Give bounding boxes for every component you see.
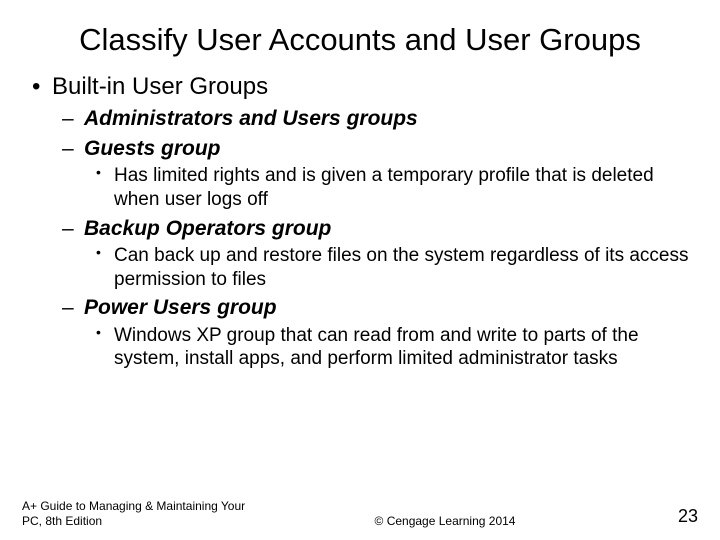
group-power-users: Power Users group Windows XP group that … xyxy=(84,295,692,371)
group-power-users-label: Power Users group xyxy=(84,296,277,319)
group-guests: Guests group Has limited rights and is g… xyxy=(84,136,692,212)
group-backup-operators: Backup Operators group Can back up and r… xyxy=(84,216,692,292)
group-guests-desc: Has limited rights and is given a tempor… xyxy=(114,164,692,212)
bullet-top: Built-in User Groups Administrators and … xyxy=(52,72,692,372)
bullet-top-text: Built-in User Groups xyxy=(52,73,268,100)
group-admins-users: Administrators and Users groups xyxy=(84,106,692,132)
page-number: 23 xyxy=(638,506,698,528)
slide: Classify User Accounts and User Groups B… xyxy=(0,0,720,540)
group-guests-label: Guests group xyxy=(84,137,221,160)
group-backup-operators-label: Backup Operators group xyxy=(84,217,331,240)
slide-title: Classify User Accounts and User Groups xyxy=(0,0,720,66)
group-backup-operators-desc: Can back up and restore files on the sys… xyxy=(114,244,692,292)
footer-center: © Cengage Learning 2014 xyxy=(252,514,638,528)
slide-footer: A+ Guide to Managing & Maintaining Your … xyxy=(0,499,720,528)
group-power-users-desc: Windows XP group that can read from and … xyxy=(114,324,692,372)
footer-left: A+ Guide to Managing & Maintaining Your … xyxy=(22,499,252,528)
slide-body: Built-in User Groups Administrators and … xyxy=(0,66,720,372)
